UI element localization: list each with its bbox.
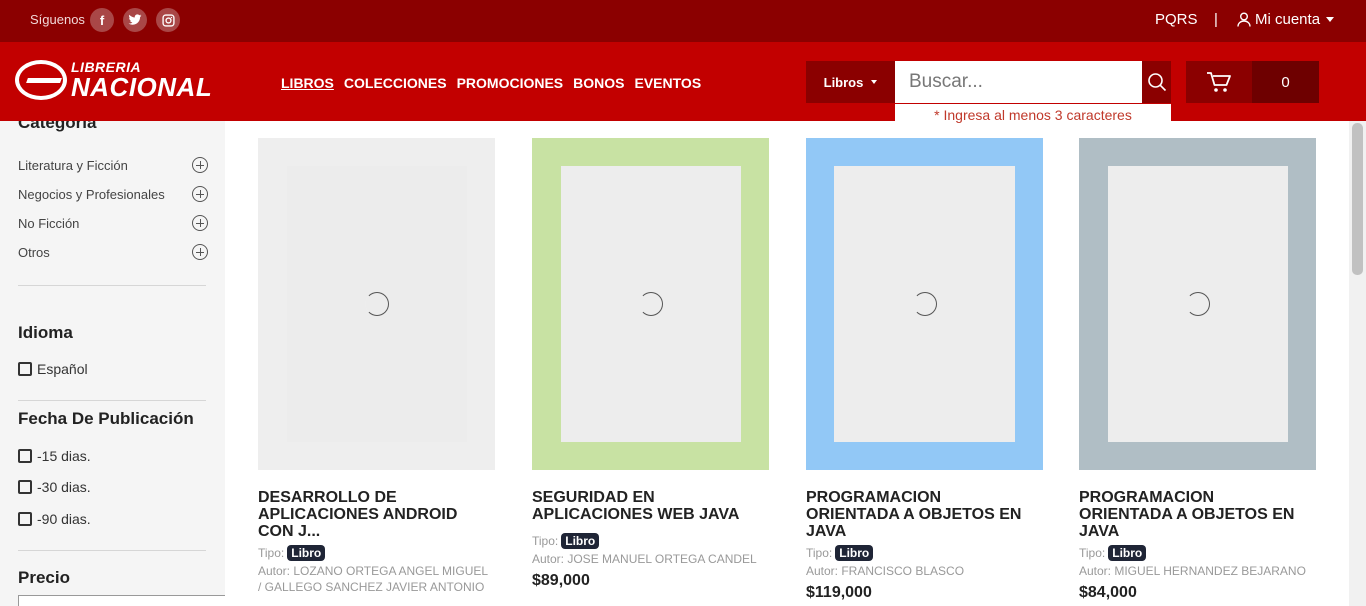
instagram-icon[interactable]: [156, 8, 180, 32]
language-label: Español: [37, 361, 88, 377]
checkbox-icon[interactable]: [18, 480, 32, 494]
type-badge: Libro: [561, 533, 600, 549]
expand-plus-icon[interactable]: [192, 157, 208, 173]
cart-count: 0: [1252, 61, 1319, 103]
loading-spinner-icon: [364, 292, 389, 316]
book-cover[interactable]: [806, 138, 1043, 470]
language-title: Idioma: [18, 323, 73, 342]
type-badge: Libro: [835, 545, 874, 561]
category-item[interactable]: Literatura y Ficción: [18, 157, 208, 173]
nav-bonos[interactable]: BONOS: [573, 75, 624, 91]
price-input[interactable]: [18, 595, 225, 606]
date-label: -30 dias.: [37, 479, 91, 495]
divider: [18, 550, 206, 551]
product-author: Autor: JOSE MANUEL ORTEGA CANDEL: [532, 552, 757, 566]
search-input[interactable]: [895, 61, 1142, 103]
logo-line2: NACIONAL: [71, 72, 213, 102]
category-title: Categoría: [18, 121, 97, 132]
date-checkbox[interactable]: -30 dias.: [18, 479, 91, 495]
product-price: $84,000: [1079, 584, 1137, 601]
product-type: Tipo: Libro: [1079, 545, 1316, 561]
logo[interactable]: LIBRERIA NACIONAL: [15, 60, 212, 100]
nav-eventos[interactable]: EVENTOS: [635, 75, 702, 91]
divider: [18, 400, 206, 401]
product-title[interactable]: SEGURIDAD EN APLICACIONES WEB JAVA: [532, 489, 762, 523]
expand-plus-icon[interactable]: [192, 215, 208, 231]
filters-sidebar: Categoría Literatura y Ficción Negocios …: [0, 121, 225, 606]
type-badge: Libro: [287, 545, 326, 561]
category-label: Negocios y Profesionales: [18, 186, 165, 202]
category-item[interactable]: No Ficción: [18, 215, 208, 231]
book-cover[interactable]: [532, 138, 769, 470]
product-title[interactable]: DESARROLLO DE APLICACIONES ANDROID CON J…: [258, 489, 488, 540]
category-label: Otros: [18, 244, 50, 260]
product-price: $89,000: [532, 572, 590, 589]
loading-spinner-icon: [912, 292, 937, 316]
divider: [18, 285, 206, 286]
type-label: Tipo:: [258, 546, 285, 560]
type-badge: Libro: [1108, 545, 1147, 561]
search-hint: * Ingresa al menos 3 caracteres: [895, 104, 1171, 126]
type-label: Tipo:: [532, 534, 559, 548]
product-type: Tipo: Libro: [532, 533, 769, 549]
cart-icon: [1207, 72, 1231, 92]
loading-spinner-icon: [1185, 292, 1210, 316]
separator: |: [1214, 11, 1218, 28]
date-checkbox[interactable]: -90 dias.: [18, 511, 91, 527]
nav-promociones[interactable]: PROMOCIONES: [457, 75, 564, 91]
main-nav: LIBROS COLECCIONES PROMOCIONES BONOS EVE…: [281, 75, 701, 91]
product-author: Autor: FRANCISCO BLASCO: [806, 564, 965, 578]
scrollbar-thumb[interactable]: [1352, 123, 1363, 275]
search-icon: [1147, 73, 1166, 92]
search-button[interactable]: [1142, 61, 1171, 103]
category-item[interactable]: Otros: [18, 244, 208, 260]
date-label: -15 dias.: [37, 448, 91, 464]
book-cover[interactable]: [1079, 138, 1316, 470]
checkbox-icon[interactable]: [18, 449, 32, 463]
product-price: $119,000: [806, 584, 872, 601]
chevron-down-icon: [1326, 17, 1335, 22]
product-title[interactable]: PROGRAMACION ORIENTADA A OBJETOS EN JAVA: [806, 489, 1036, 540]
product-title[interactable]: PROGRAMACION ORIENTADA A OBJETOS EN JAVA: [1079, 489, 1309, 540]
facebook-icon[interactable]: f: [90, 8, 114, 32]
search-category-label: Libros: [823, 74, 864, 90]
product-author: Autor: MIGUEL HERNANDEZ BEJARANO: [1079, 564, 1306, 578]
twitter-icon[interactable]: [123, 8, 147, 32]
checkbox-icon[interactable]: [18, 512, 32, 526]
expand-plus-icon[interactable]: [192, 186, 208, 202]
follow-label: Síguenos: [30, 12, 85, 27]
product-card[interactable]: PROGRAMACION ORIENTADA A OBJETOS EN JAVA…: [1079, 138, 1316, 602]
expand-plus-icon[interactable]: [192, 244, 208, 260]
language-checkbox[interactable]: Español: [18, 361, 88, 377]
type-label: Tipo:: [806, 546, 833, 560]
loading-spinner-icon: [638, 292, 663, 316]
checkbox-icon[interactable]: [18, 362, 32, 376]
nav-libros[interactable]: LIBROS: [281, 75, 334, 91]
product-type: Tipo: Libro: [258, 545, 495, 561]
user-icon: [1237, 12, 1251, 27]
account-menu[interactable]: Mi cuenta: [1237, 11, 1335, 28]
product-card[interactable]: DESARROLLO DE APLICACIONES ANDROID CON J…: [258, 138, 495, 595]
top-bar: Síguenos f PQRS | Mi cuenta: [0, 0, 1366, 42]
account-label: Mi cuenta: [1255, 11, 1321, 28]
category-label: No Ficción: [18, 215, 80, 231]
category-label: Literatura y Ficción: [18, 157, 128, 173]
pqrs-link[interactable]: PQRS: [1155, 11, 1198, 28]
book-cover[interactable]: [258, 138, 495, 470]
logo-mark-icon: [15, 60, 67, 100]
product-type: Tipo: Libro: [806, 545, 1043, 561]
product-author: Autor: LOZANO ORTEGA ANGEL MIGUEL / GALL…: [258, 564, 488, 594]
category-item[interactable]: Negocios y Profesionales: [18, 186, 208, 202]
date-checkbox[interactable]: -15 dias.: [18, 448, 91, 464]
price-title: Precio: [18, 568, 70, 587]
search-category-select[interactable]: Libros: [806, 61, 895, 103]
product-card[interactable]: SEGURIDAD EN APLICACIONES WEB JAVA Tipo:…: [532, 138, 769, 590]
nav-colecciones[interactable]: COLECCIONES: [344, 75, 447, 91]
product-card[interactable]: PROGRAMACION ORIENTADA A OBJETOS EN JAVA…: [806, 138, 1043, 602]
chevron-down-icon: [871, 80, 878, 84]
type-label: Tipo:: [1079, 546, 1106, 560]
date-label: -90 dias.: [37, 511, 91, 527]
cart-button[interactable]: 0: [1186, 61, 1319, 103]
publication-date-title: Fecha De Publicación: [18, 409, 194, 428]
